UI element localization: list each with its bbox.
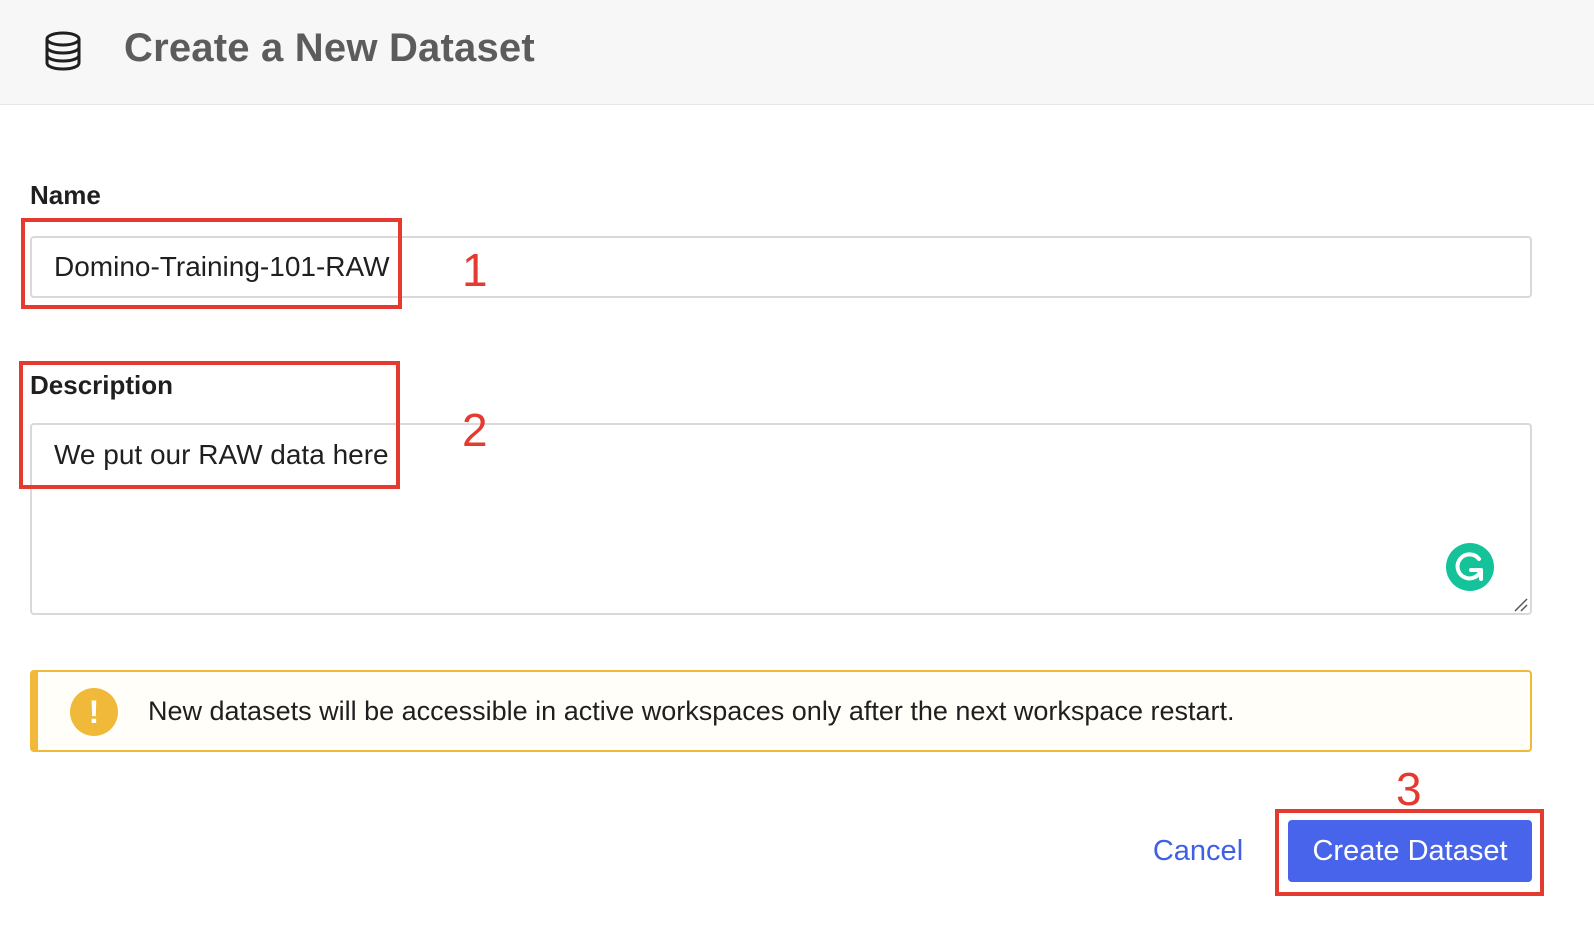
alert-message: New datasets will be accessible in activ… [148, 696, 1235, 726]
annotation-box-2 [19, 361, 400, 489]
name-label: Name [30, 180, 101, 210]
annotation-box-1 [21, 218, 402, 309]
warning-icon: ! [70, 688, 118, 736]
annotation-number-2: 2 [462, 404, 488, 456]
cancel-button[interactable]: Cancel [1128, 818, 1268, 884]
resize-handle-icon[interactable] [1512, 596, 1528, 612]
database-icon [42, 30, 84, 72]
annotation-number-1: 1 [462, 244, 488, 296]
info-alert: ! New datasets will be accessible in act… [30, 670, 1532, 752]
annotation-box-3 [1275, 809, 1544, 896]
page-header: Create a New Dataset [0, 0, 1594, 105]
annotation-number-3: 3 [1396, 763, 1422, 815]
grammarly-icon[interactable] [1446, 543, 1494, 591]
page-title: Create a New Dataset [124, 26, 535, 70]
